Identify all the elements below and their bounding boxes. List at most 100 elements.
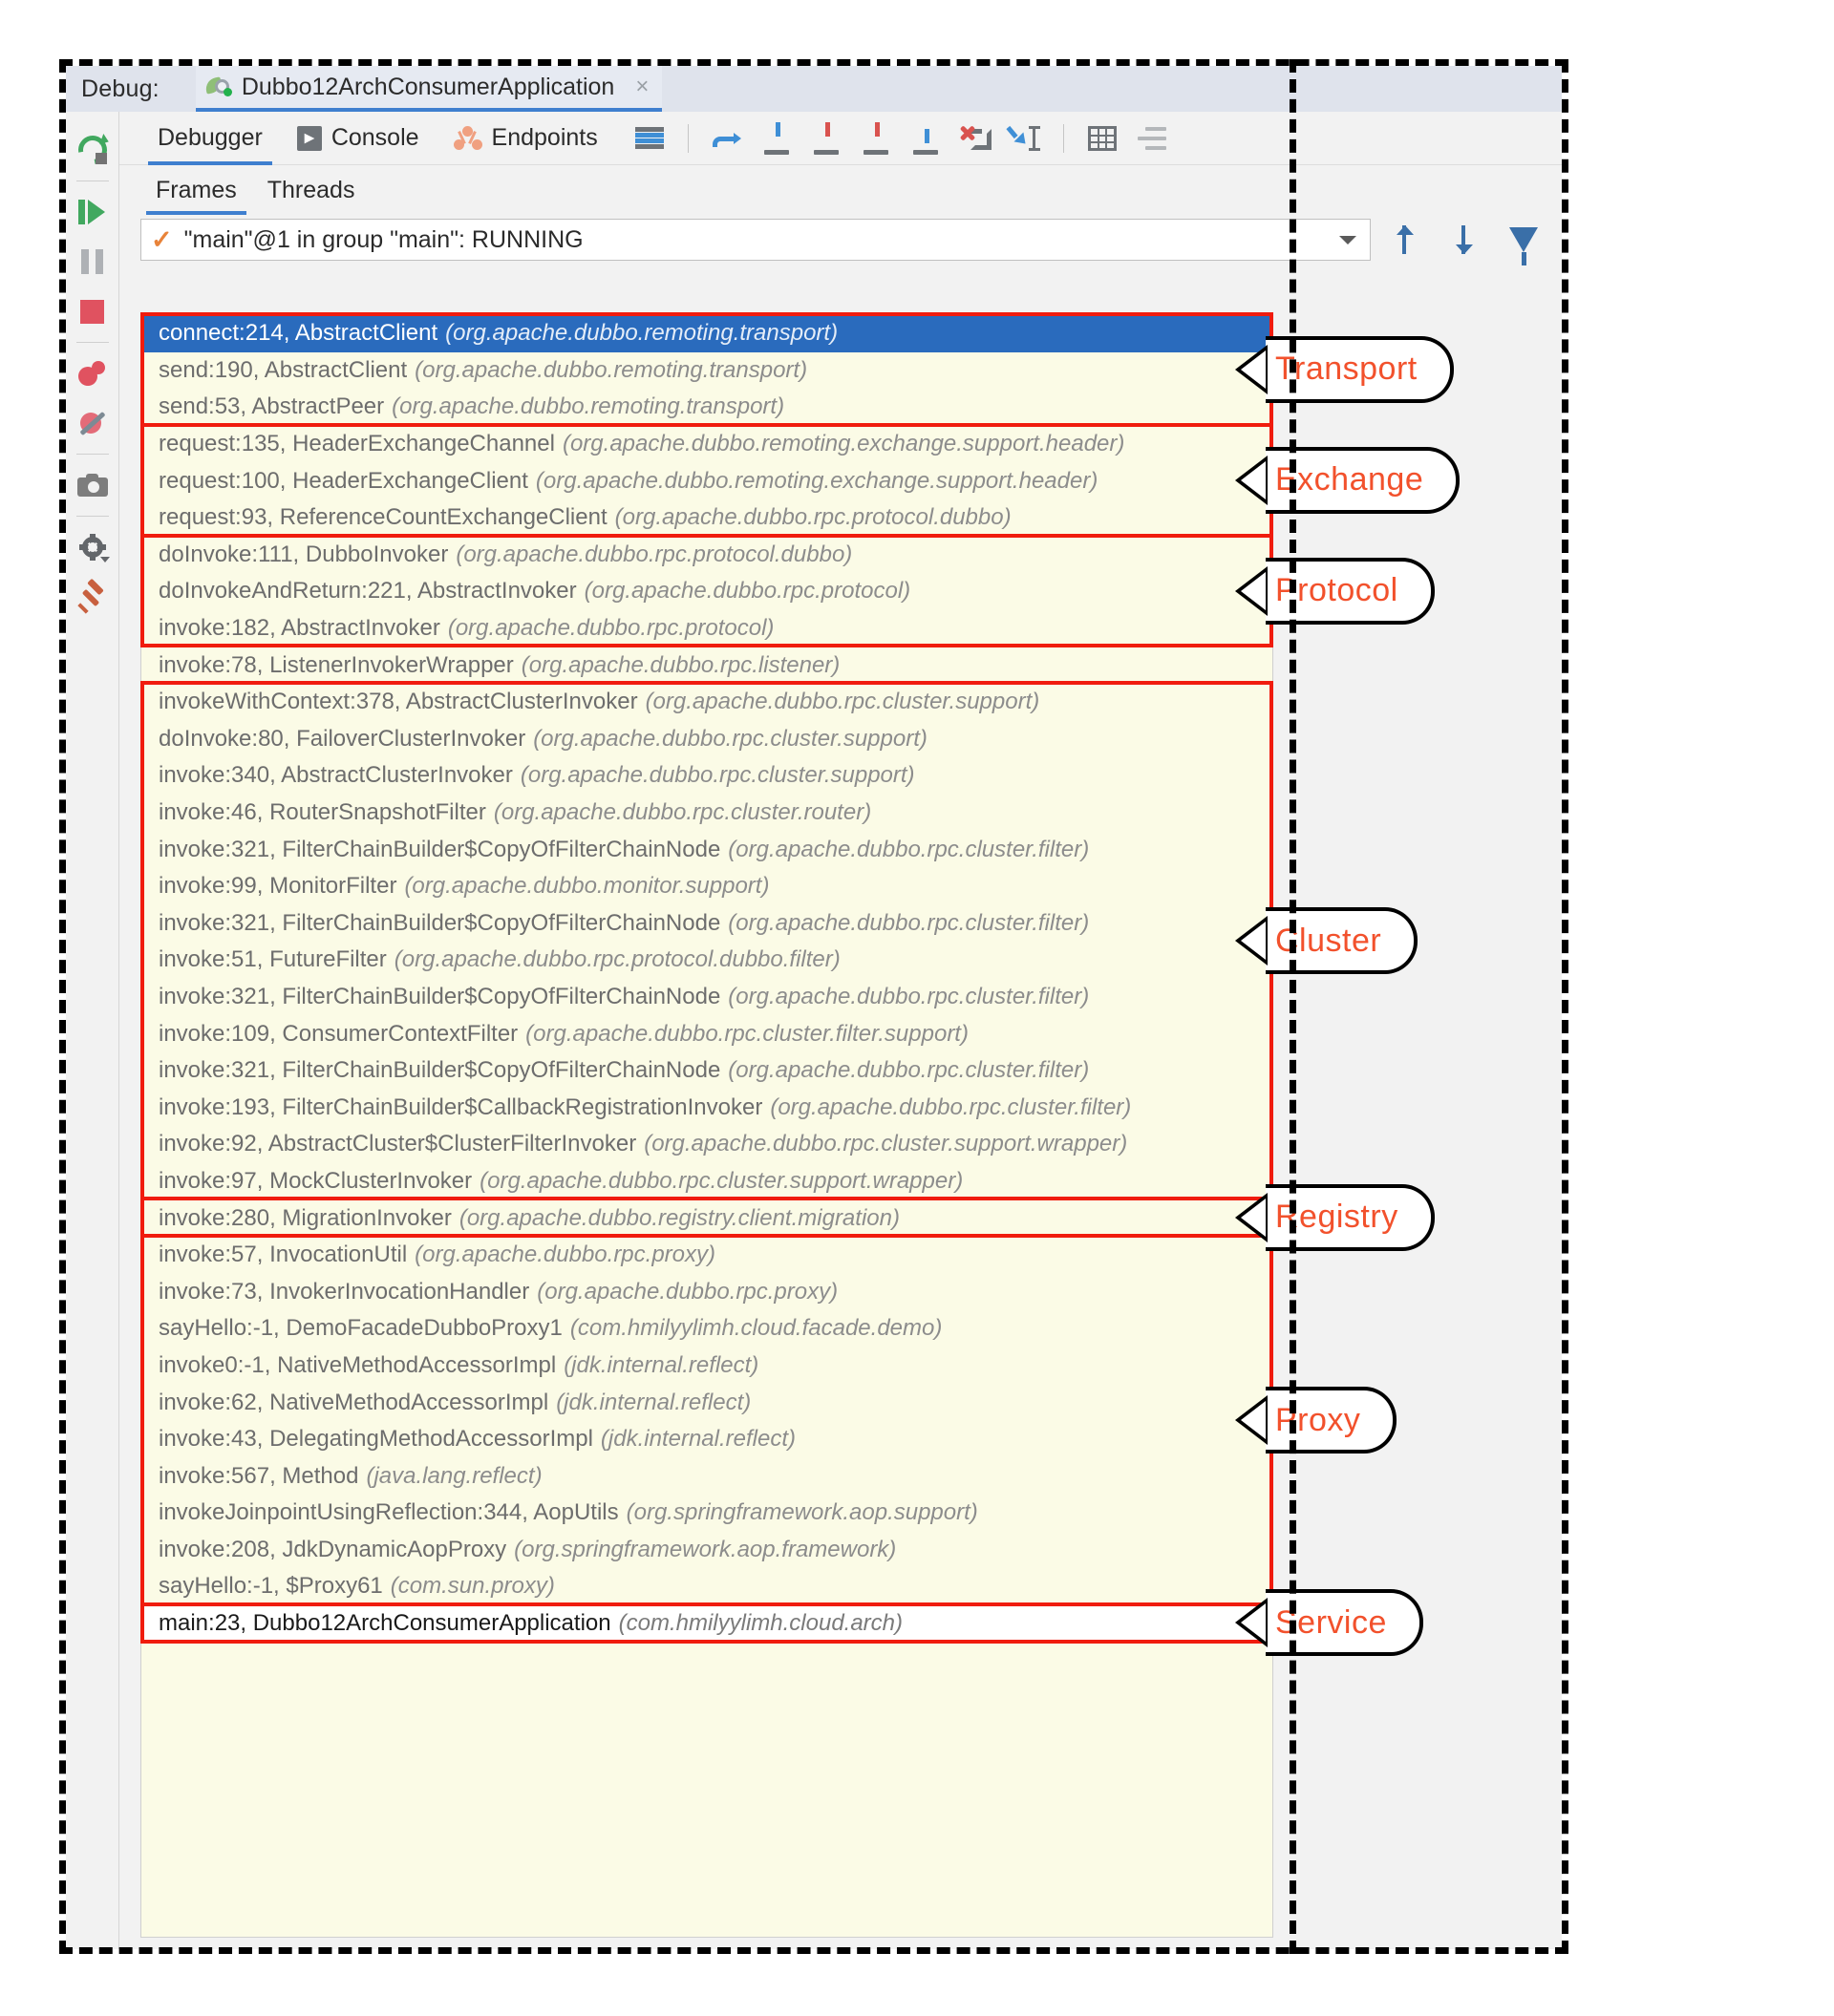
stack-frame-package: (org.apache.dubbo.rpc.cluster.support.wr… (644, 1131, 1127, 1157)
sort-frames-button[interactable] (1127, 119, 1177, 158)
stack-frame-row[interactable]: invokeJoinpointUsingReflection:344, AopU… (141, 1495, 1272, 1532)
call-stack-frames-list[interactable]: connect:214, AbstractClient(org.apache.d… (140, 314, 1273, 1938)
run-to-cursor-button[interactable] (1000, 119, 1050, 158)
debugger-tab-row: Debugger ▸ Console Endpoints (119, 112, 1562, 165)
close-icon[interactable]: × (635, 75, 649, 98)
stack-frame-row[interactable]: invoke:182, AbstractInvoker(org.apache.d… (141, 610, 1272, 647)
callout-arrow-icon (1235, 1193, 1268, 1242)
step-down-frame-button[interactable] (1439, 219, 1489, 261)
rerun-icon (78, 136, 107, 164)
thread-selector-value: "main"@1 in group "main": RUNNING (184, 226, 1328, 254)
stack-frame-row[interactable]: invoke:321, FilterChainBuilder$CopyOfFil… (141, 979, 1272, 1016)
stack-frame-row[interactable]: invokeWithContext:378, AbstractClusterIn… (141, 684, 1272, 721)
stack-frame-method: invoke:43, DelegatingMethodAccessorImpl (159, 1426, 593, 1453)
stack-frame-package: (org.apache.dubbo.rpc.cluster.router) (494, 799, 871, 826)
force-step-into-button[interactable] (801, 119, 851, 158)
toolbar-divider (76, 454, 109, 455)
stack-frame-row[interactable]: invoke:78, ListenerInvokerWrapper(org.ap… (141, 647, 1272, 684)
evaluate-expression-button[interactable] (1077, 119, 1127, 158)
stop-button[interactable] (72, 286, 114, 336)
stack-frame-row[interactable]: invoke:62, NativeMethodAccessorImpl(jdk.… (141, 1384, 1272, 1421)
callout-bubble: Cluster (1266, 907, 1418, 974)
tab-endpoints[interactable]: Endpoints (437, 112, 615, 165)
toolbar-divider (76, 342, 109, 343)
tab-frames[interactable]: Frames (140, 165, 252, 215)
toolbar-divider (688, 124, 689, 153)
pin-tab-button[interactable] (72, 572, 114, 622)
toolbar-divider (76, 516, 109, 517)
view-breakpoints-button[interactable] (72, 349, 114, 398)
callout-service: Service (1235, 1589, 1423, 1656)
step-into-icon (759, 122, 794, 155)
step-into-button[interactable] (752, 119, 801, 158)
stack-frame-row[interactable]: invoke:43, DelegatingMethodAccessorImpl(… (141, 1421, 1272, 1458)
tab-threads[interactable]: Threads (252, 165, 371, 215)
stack-frame-package: (org.apache.dubbo.rpc.cluster.support.wr… (480, 1168, 963, 1195)
stop-icon (80, 300, 104, 324)
stack-frame-row[interactable]: invoke:51, FutureFilter(org.apache.dubbo… (141, 942, 1272, 979)
stack-frame-package: (java.lang.reflect) (366, 1463, 542, 1490)
stack-frame-row[interactable]: main:23, Dubbo12ArchConsumerApplication(… (141, 1605, 1272, 1643)
stack-frame-row[interactable]: invoke:321, FilterChainBuilder$CopyOfFil… (141, 1052, 1272, 1090)
stack-frame-row[interactable]: send:190, AbstractClient(org.apache.dubb… (141, 352, 1272, 390)
stack-frame-package: (org.apache.dubbo.rpc.cluster.support) (533, 726, 928, 753)
stack-frame-row[interactable]: invoke:73, InvokerInvocationHandler(org.… (141, 1273, 1272, 1310)
stack-frame-package: (org.apache.dubbo.rpc.cluster.filter) (728, 984, 1089, 1010)
stack-frame-row[interactable]: request:93, ReferenceCountExchangeClient… (141, 499, 1272, 537)
settings-button[interactable] (72, 522, 114, 572)
stack-frame-row[interactable]: invoke:567, Method(java.lang.reflect) (141, 1457, 1272, 1495)
drop-frame-button[interactable] (950, 119, 1000, 158)
layout-settings-button[interactable] (625, 119, 674, 158)
stack-frame-row[interactable]: invoke0:-1, NativeMethodAccessorImpl(jdk… (141, 1348, 1272, 1385)
resume-icon (78, 200, 107, 224)
callout-cluster: Cluster (1235, 907, 1418, 974)
stack-frame-row[interactable]: invoke:109, ConsumerContextFilter(org.ap… (141, 1015, 1272, 1052)
screenshot-button[interactable] (72, 460, 114, 510)
stack-frame-row[interactable]: invoke:340, AbstractClusterInvoker(org.a… (141, 757, 1272, 795)
filter-frames-button[interactable] (1499, 219, 1548, 261)
stack-frame-row[interactable]: invoke:46, RouterSnapshotFilter(org.apac… (141, 795, 1272, 832)
stack-frame-row[interactable]: request:100, HeaderExchangeClient(org.ap… (141, 462, 1272, 499)
stack-frame-row[interactable]: invoke:57, InvocationUtil(org.apache.dub… (141, 1237, 1272, 1274)
stack-frame-row[interactable]: invoke:97, MockClusterInvoker(org.apache… (141, 1163, 1272, 1200)
stack-frame-row[interactable]: doInvoke:111, DubboInvoker(org.apache.du… (141, 537, 1272, 574)
stack-frame-row[interactable]: invoke:92, AbstractCluster$ClusterFilter… (141, 1126, 1272, 1163)
step-out-button[interactable] (901, 119, 950, 158)
stack-frame-row[interactable]: invoke:193, FilterChainBuilder$CallbackR… (141, 1089, 1272, 1126)
stack-frame-row[interactable]: send:53, AbstractPeer(org.apache.dubbo.r… (141, 389, 1272, 426)
stack-frame-row[interactable]: sayHello:-1, $Proxy61(com.sun.proxy) (141, 1568, 1272, 1605)
stack-frame-row[interactable]: sayHello:-1, DemoFacadeDubboProxy1(com.h… (141, 1310, 1272, 1348)
toolbar-divider (76, 180, 109, 181)
stack-frame-row[interactable]: invoke:99, MonitorFilter(org.apache.dubb… (141, 868, 1272, 905)
pause-icon (81, 249, 103, 274)
stack-frame-row[interactable]: doInvokeAndReturn:221, AbstractInvoker(o… (141, 573, 1272, 610)
thread-selector[interactable]: ✓ "main"@1 in group "main": RUNNING (140, 219, 1371, 261)
step-up-frame-button[interactable] (1380, 219, 1430, 261)
tab-console[interactable]: ▸ Console (280, 112, 437, 165)
stack-frame-row[interactable]: invoke:321, FilterChainBuilder$CopyOfFil… (141, 831, 1272, 868)
stack-frame-package: (com.hmilyylimh.cloud.arch) (619, 1610, 903, 1637)
stack-frame-row[interactable]: connect:214, AbstractClient(org.apache.d… (141, 315, 1272, 352)
resume-program-button[interactable] (72, 187, 114, 237)
rerun-button[interactable] (72, 125, 114, 175)
mute-breakpoints-button[interactable] (72, 398, 114, 448)
stack-frame-method: invoke:321, FilterChainBuilder$CopyOfFil… (159, 910, 720, 937)
stack-frame-row[interactable]: invoke:208, JdkDynamicAopProxy(org.sprin… (141, 1532, 1272, 1569)
tab-debugger[interactable]: Debugger (140, 112, 280, 165)
step-over-button[interactable] (702, 119, 752, 158)
force-step-into-alt-button[interactable] (851, 119, 901, 158)
stack-frame-row[interactable]: doInvoke:80, FailoverClusterInvoker(org.… (141, 721, 1272, 758)
stack-frame-row[interactable]: request:135, HeaderExchangeChannel(org.a… (141, 426, 1272, 463)
stack-frame-method: invoke:182, AbstractInvoker (159, 615, 440, 642)
run-configuration-tab[interactable]: Dubbo12ArchConsumerApplication × (196, 66, 663, 112)
callout-arrow-icon (1235, 566, 1268, 616)
stack-frame-package: (org.apache.dubbo.rpc.cluster.filter) (770, 1094, 1131, 1121)
stack-frame-row[interactable]: invoke:280, MigrationInvoker(org.apache.… (141, 1199, 1272, 1237)
stack-frame-package: (jdk.internal.reflect) (556, 1390, 751, 1416)
stack-frame-row[interactable]: invoke:321, FilterChainBuilder$CopyOfFil… (141, 905, 1272, 943)
stack-frame-method: send:53, AbstractPeer (159, 393, 384, 420)
pause-program-button[interactable] (72, 237, 114, 286)
chevron-down-icon[interactable] (1339, 236, 1356, 244)
sort-frames-icon (1138, 127, 1166, 150)
callout-arrow-icon (1235, 916, 1268, 966)
